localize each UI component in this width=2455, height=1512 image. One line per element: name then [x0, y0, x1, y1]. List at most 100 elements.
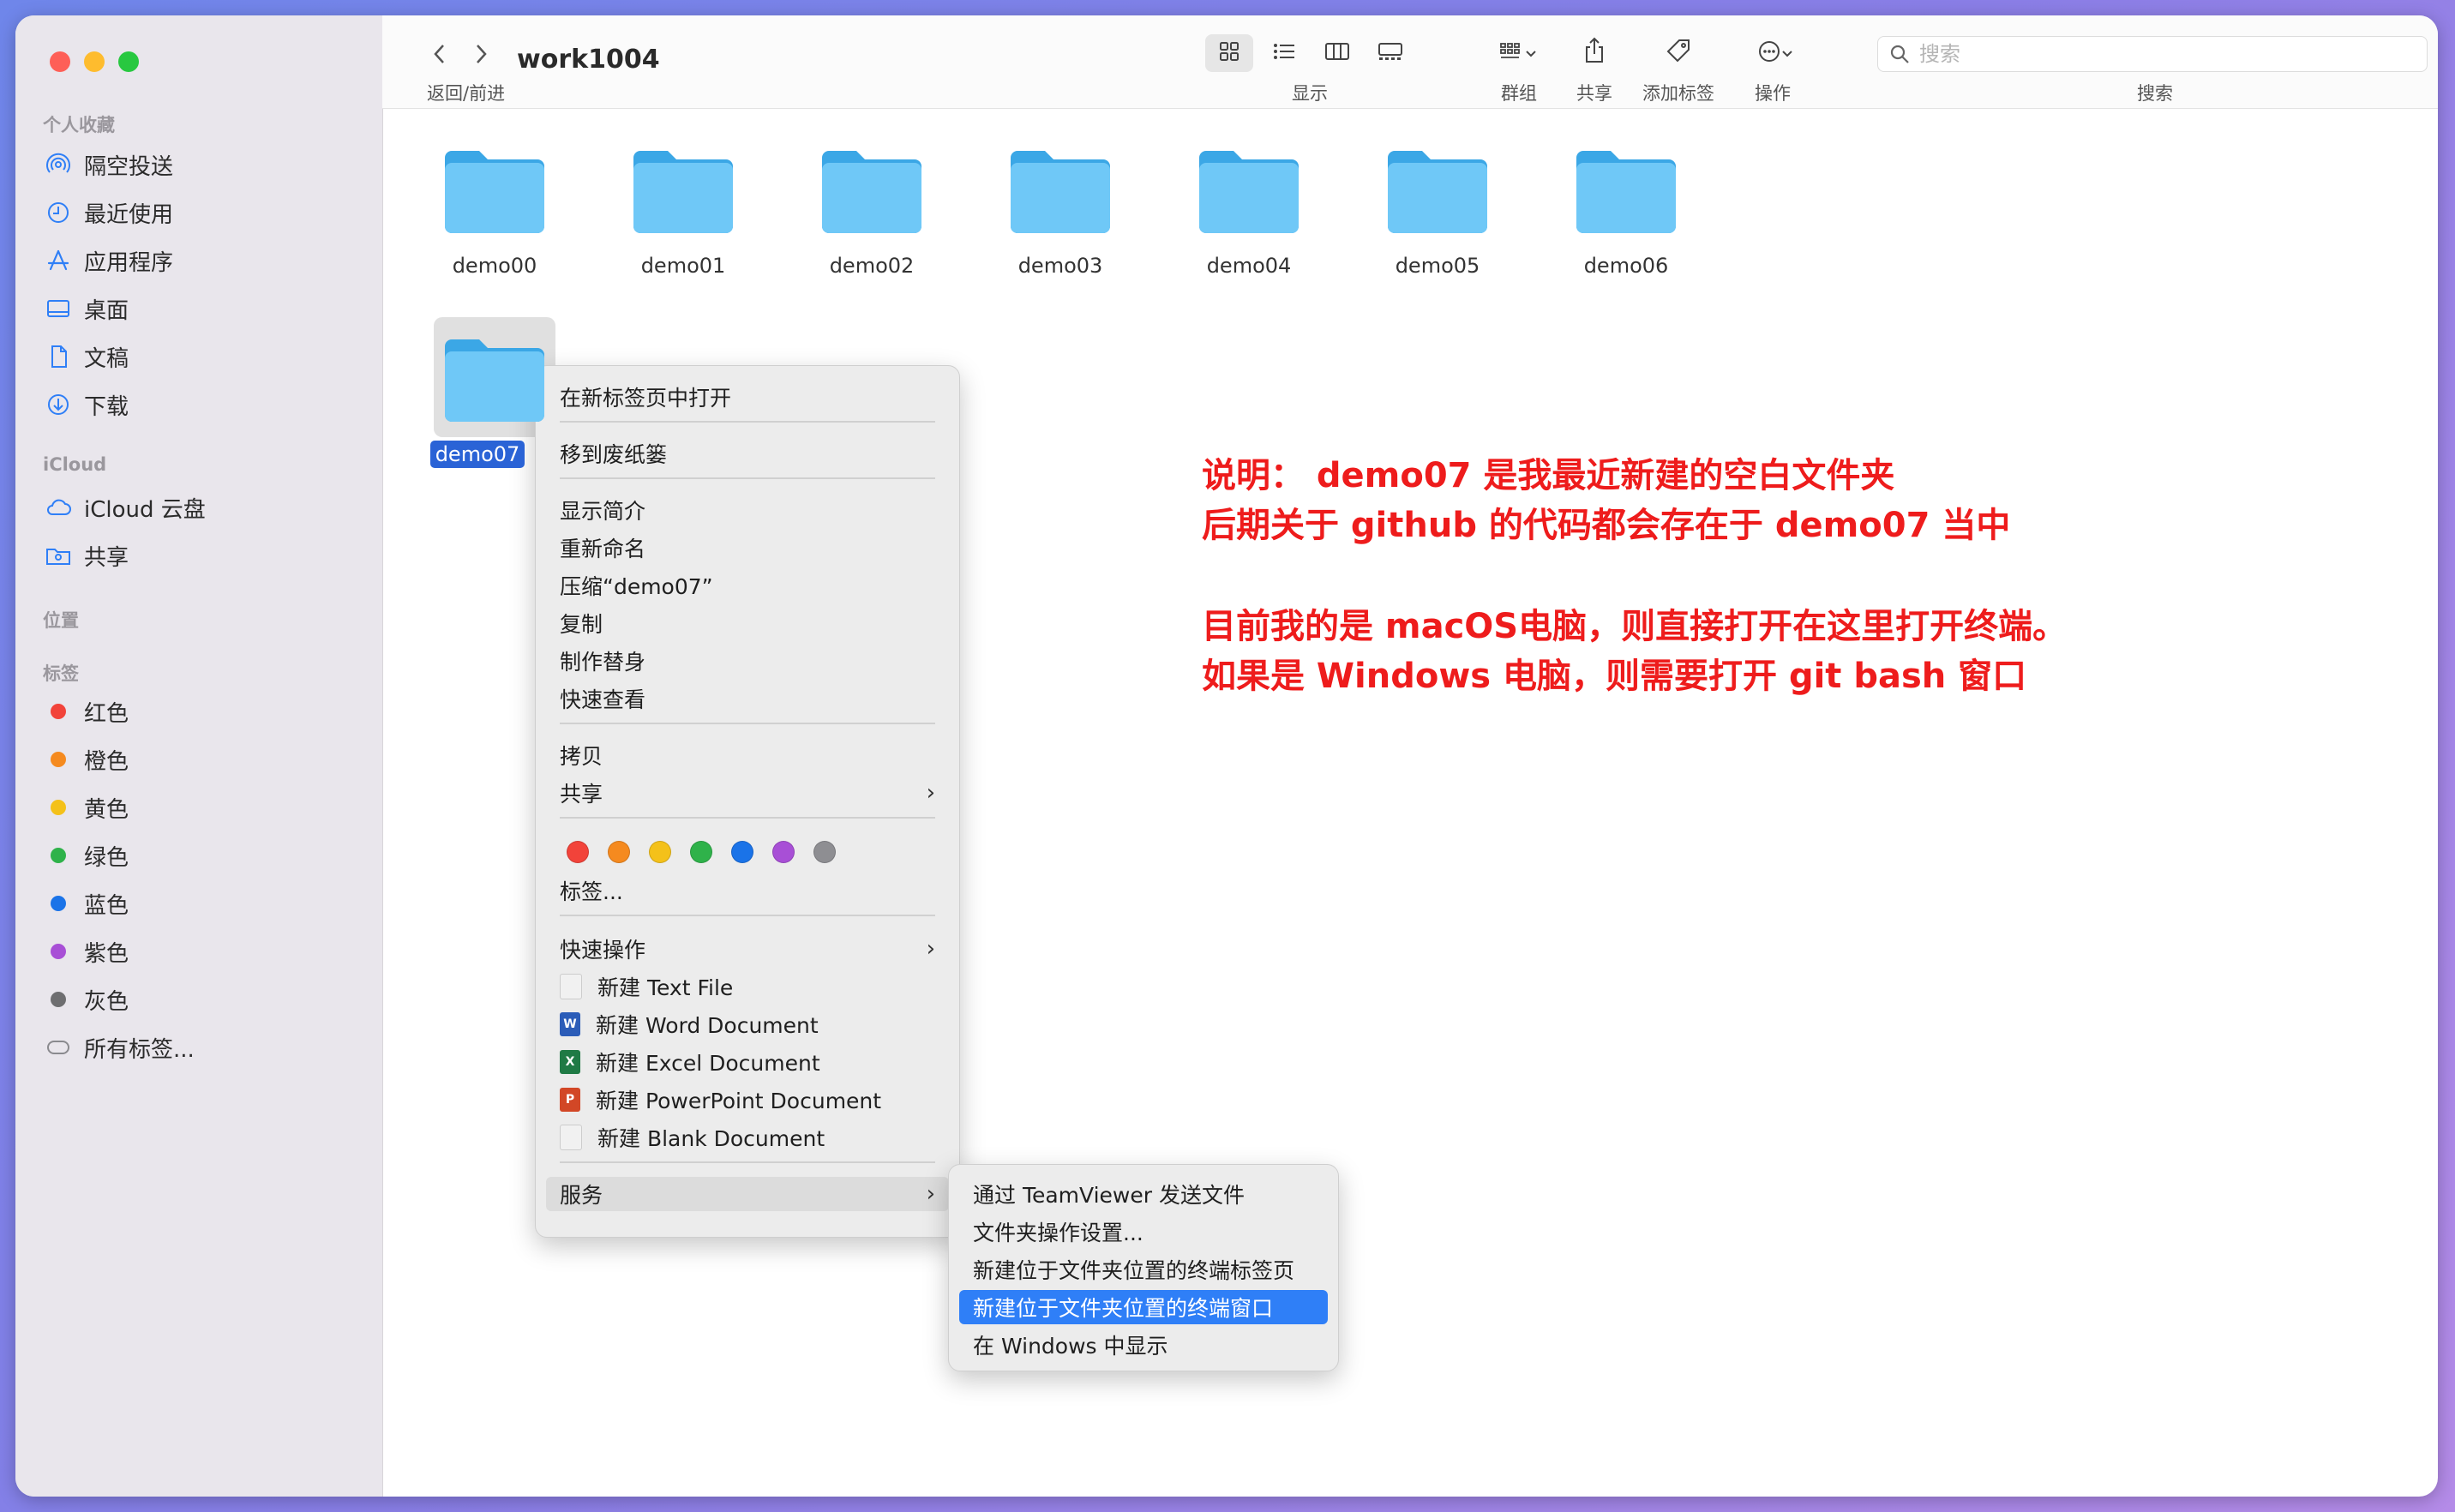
service-folder-actions[interactable]: 文件夹操作设置... — [959, 1215, 1328, 1249]
tag-color-dot[interactable] — [731, 841, 753, 863]
menu-move-to-trash[interactable]: 移到废纸篓 — [546, 436, 949, 471]
menu-new-powerpoint-document[interactable]: P 新建 PowerPoint Document — [546, 1083, 949, 1117]
chevron-right-icon: › — [926, 1181, 935, 1207]
menu-quick-look[interactable]: 快速查看 — [546, 681, 949, 716]
folder-item[interactable]: demo02 — [807, 142, 936, 279]
grid-icon — [1218, 40, 1240, 66]
sidebar-item-icloud-drive[interactable]: iCloud 云盘 — [45, 489, 206, 526]
sidebar-tag-yellow[interactable]: 黄色 — [45, 789, 129, 826]
zoom-window-button[interactable] — [118, 51, 139, 72]
sidebar-item-desktop[interactable]: 桌面 — [45, 290, 129, 327]
menu-separator — [560, 915, 935, 916]
folder-name: demo07 — [429, 441, 525, 468]
sidebar-item-label: 黄色 — [84, 796, 129, 823]
gallery-view-button[interactable] — [1366, 34, 1414, 72]
sidebar-item-label: 文稿 — [84, 345, 129, 372]
tag-color-dot[interactable] — [690, 841, 712, 863]
menu-compress[interactable]: 压缩“demo07” — [546, 568, 949, 603]
sidebar-section-tags: 标签 — [43, 663, 79, 684]
menu-new-word-document[interactable]: W 新建 Word Document — [546, 1007, 949, 1041]
tag-color-dot[interactable] — [608, 841, 630, 863]
tag-color-dot[interactable] — [772, 841, 795, 863]
menu-copy[interactable]: 拷贝 — [546, 738, 949, 772]
menu-get-info[interactable]: 显示简介 — [546, 493, 949, 527]
list-view-button[interactable] — [1260, 34, 1308, 72]
menu-separator — [560, 1161, 935, 1163]
forward-button[interactable] — [468, 41, 494, 70]
sidebar-item-downloads[interactable]: 下载 — [45, 386, 129, 423]
search-icon — [1888, 43, 1911, 65]
purple-tag-dot-icon — [51, 944, 66, 959]
sidebar-item-label: 红色 — [84, 700, 129, 727]
menu-open-new-tab[interactable]: 在新标签页中打开 — [546, 380, 949, 414]
menu-tags[interactable]: 标签... — [546, 873, 949, 908]
word-icon: W — [560, 1012, 580, 1036]
minimize-window-button[interactable] — [84, 51, 105, 72]
share-button[interactable] — [1577, 33, 1612, 72]
sidebar-section-icloud: iCloud — [43, 454, 107, 475]
toolbar: 返回/前进 work1004 显示 群组 共享 添加标签 操作 搜索 搜索 — [382, 15, 2438, 109]
sidebar-tag-purple[interactable]: 紫色 — [45, 933, 129, 970]
sidebar-all-tags[interactable]: 所有标签... — [45, 1029, 195, 1066]
orange-tag-dot-icon — [51, 752, 66, 767]
menu-item-label: 新建 PowerPoint Document — [596, 1089, 882, 1113]
more-icon — [1757, 39, 1781, 67]
folder-item[interactable]: demo05 — [1373, 142, 1502, 279]
sidebar-item-applications[interactable]: 应用程序 — [45, 242, 173, 279]
sidebar-item-label: 应用程序 — [84, 249, 174, 276]
context-menu: 在新标签页中打开 移到废纸篓 显示简介 重新命名 压缩“demo07” 复制 制… — [535, 365, 960, 1238]
sidebar-tag-green[interactable]: 绿色 — [45, 837, 129, 874]
menu-services[interactable]: 服务 › — [546, 1177, 949, 1211]
action-button[interactable] — [1747, 34, 1804, 72]
sidebar-item-label: 橙色 — [84, 748, 129, 775]
group-button[interactable] — [1488, 34, 1548, 72]
sidebar-section-locations: 位置 — [43, 610, 79, 631]
back-button[interactable] — [427, 41, 453, 70]
sidebar-tag-red[interactable]: 红色 — [45, 693, 129, 730]
add-tag-button[interactable] — [1660, 33, 1697, 72]
menu-new-excel-document[interactable]: X 新建 Excel Document — [546, 1045, 949, 1079]
menu-duplicate[interactable]: 复制 — [546, 606, 949, 640]
menu-share[interactable]: 共享 › — [546, 776, 949, 810]
sidebar-tag-orange[interactable]: 橙色 — [45, 741, 129, 778]
menu-new-text-file[interactable]: 新建 Text File — [546, 969, 949, 1004]
folder-item[interactable]: demo00 — [430, 142, 559, 279]
folder-item[interactable]: demo01 — [619, 142, 747, 279]
menu-item-label: 新建 Text File — [597, 975, 734, 1000]
column-view-button[interactable] — [1313, 34, 1361, 72]
share-label: 共享 — [1576, 83, 1612, 104]
folder-item[interactable]: demo04 — [1185, 142, 1313, 279]
search-field[interactable] — [1877, 36, 2428, 72]
folder-icon — [430, 331, 559, 432]
all-tags-icon — [45, 1034, 72, 1061]
menu-separator — [560, 477, 935, 479]
sidebar-tag-blue[interactable]: 蓝色 — [45, 885, 129, 922]
search-input[interactable] — [1918, 41, 2418, 67]
menu-rename[interactable]: 重新命名 — [546, 531, 949, 565]
folder-item[interactable]: demo07 — [429, 331, 559, 468]
service-new-terminal-window[interactable]: 新建位于文件夹位置的终端窗口 — [959, 1290, 1328, 1324]
service-new-terminal-tab[interactable]: 新建位于文件夹位置的终端标签页 — [959, 1252, 1328, 1287]
tag-color-dot[interactable] — [649, 841, 671, 863]
sidebar-item-airdrop[interactable]: 隔空投送 — [45, 146, 173, 183]
icon-view-button[interactable] — [1205, 34, 1253, 72]
menu-new-blank-document[interactable]: 新建 Blank Document — [546, 1120, 949, 1155]
service-teamviewer[interactable]: 通过 TeamViewer 发送文件 — [959, 1177, 1328, 1211]
sidebar-item-label: 桌面 — [84, 297, 129, 324]
folder-item[interactable]: demo03 — [996, 142, 1125, 279]
chevron-left-icon — [433, 43, 447, 69]
menu-make-alias[interactable]: 制作替身 — [546, 644, 949, 678]
sidebar-tag-gray[interactable]: 灰色 — [45, 981, 129, 1018]
sidebar-item-recents[interactable]: 最近使用 — [45, 194, 173, 231]
service-show-in-windows[interactable]: 在 Windows 中显示 — [959, 1328, 1328, 1362]
tag-color-dot[interactable] — [813, 841, 836, 863]
tag-color-dot[interactable] — [567, 841, 589, 863]
chevron-right-icon — [474, 43, 488, 69]
sidebar-item-documents[interactable]: 文稿 — [45, 338, 129, 375]
close-window-button[interactable] — [50, 51, 70, 72]
folder-item[interactable]: demo06 — [1562, 142, 1690, 279]
sidebar-item-shared[interactable]: 共享 — [45, 537, 129, 574]
shared-folder-icon — [45, 542, 72, 569]
menu-quick-actions[interactable]: 快速操作 › — [546, 932, 949, 966]
menu-item-label: 新建 Excel Document — [596, 1051, 820, 1076]
